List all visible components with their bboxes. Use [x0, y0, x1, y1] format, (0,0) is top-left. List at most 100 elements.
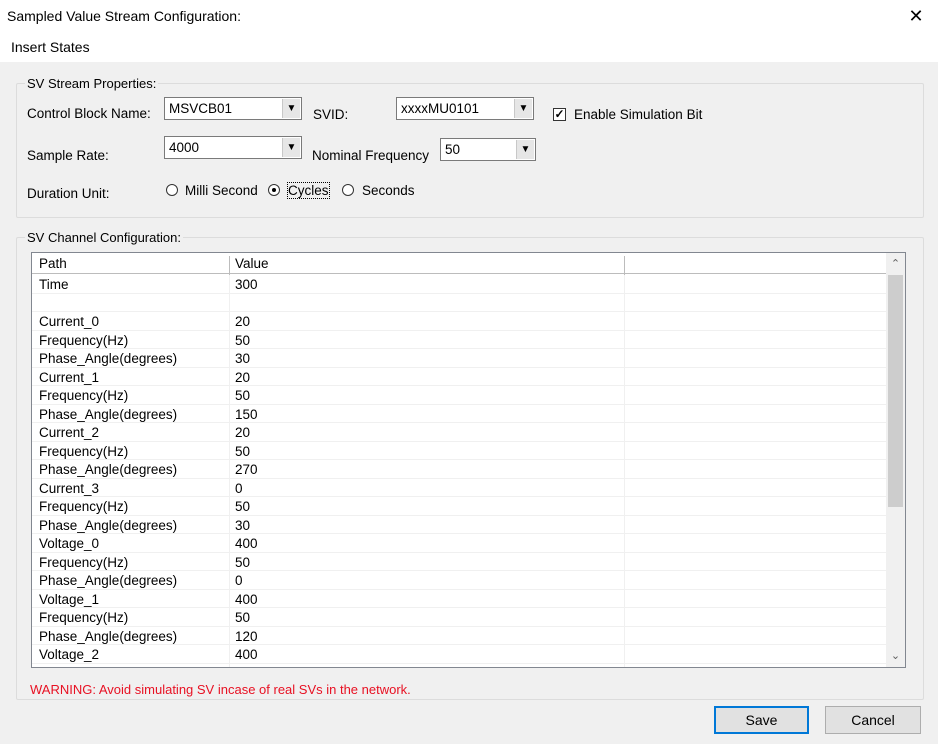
table-row[interactable]: Current_0 20 [32, 312, 887, 331]
cell-path[interactable]: Frequency(Hz) [39, 388, 128, 403]
cell-path[interactable]: Phase_Angle(degrees) [39, 462, 177, 477]
radio-cycles-label[interactable]: Cycles [287, 182, 330, 199]
cell-path[interactable]: Phase_Angle(degrees) [39, 629, 177, 644]
cell-value[interactable]: 300 [235, 277, 258, 292]
table-row[interactable]: Time 300 [32, 275, 887, 294]
cell-value[interactable]: 20 [235, 425, 250, 440]
sample-rate-dropdown-button[interactable]: ▼ [282, 138, 300, 157]
cell-path[interactable]: Frequency(Hz) [39, 444, 128, 459]
close-icon[interactable]: ✕ [906, 6, 926, 26]
grid-header: Path Value [32, 253, 887, 276]
cell-path[interactable]: Phase_Angle(degrees) [39, 573, 177, 588]
cell-path[interactable]: Current_2 [39, 425, 99, 440]
cell-value[interactable]: 400 [235, 536, 258, 551]
table-row[interactable]: Phase_Angle(degrees) 0 [32, 571, 887, 590]
table-row[interactable]: Phase_Angle(degrees) 120 [32, 627, 887, 645]
cell-path[interactable]: Frequency(Hz) [39, 610, 128, 625]
cell-path[interactable]: Voltage_1 [39, 592, 99, 607]
scroll-down-icon[interactable]: ⌄ [886, 647, 905, 665]
cell-path[interactable]: Phase_Angle(degrees) [39, 518, 177, 533]
sv-channel-configuration-legend: SV Channel Configuration: [27, 230, 181, 245]
enable-simulation-label[interactable]: Enable Simulation Bit [574, 107, 702, 122]
table-row[interactable]: Voltage_1 400 [32, 590, 887, 608]
table-row[interactable]: Current_3 0 [32, 479, 887, 497]
table-row[interactable]: Frequency(Hz) 50 [32, 386, 887, 405]
column-header-path[interactable]: Path [39, 256, 67, 271]
sample-rate-combo[interactable]: 4000 ▼ [164, 136, 302, 159]
table-row[interactable]: Frequency(Hz) 50 [32, 553, 887, 571]
cell-value[interactable]: 20 [235, 370, 250, 385]
cell-value[interactable]: 0 [235, 573, 243, 588]
svid-dropdown-button[interactable]: ▼ [514, 99, 532, 118]
table-row[interactable]: Frequency(Hz) 50 [32, 331, 887, 349]
channel-grid[interactable]: Path Value Time 300 Current_0 20 Frequency(H… [31, 252, 906, 668]
table-row[interactable]: Voltage_2 400 [32, 645, 887, 664]
cell-value[interactable]: 400 [235, 592, 258, 607]
cell-value[interactable]: 20 [235, 314, 250, 329]
radio-cycles[interactable] [268, 184, 280, 196]
control-block-combo[interactable]: MSVCB01 ▼ [164, 97, 302, 120]
nominal-frequency-combo[interactable]: 50 ▼ [440, 138, 536, 161]
scroll-up-icon[interactable]: ⌃ [886, 255, 905, 273]
cell-value[interactable]: 50 [235, 555, 250, 570]
sv-stream-properties-legend: SV Stream Properties: [27, 76, 157, 91]
radio-seconds[interactable] [342, 184, 354, 196]
table-row[interactable]: Current_2 20 [32, 423, 887, 442]
control-block-dropdown-button[interactable]: ▼ [282, 99, 300, 118]
radio-milli-second-label[interactable]: Milli Second [185, 183, 258, 198]
column-separator[interactable] [229, 256, 230, 276]
cell-value[interactable]: 120 [235, 629, 258, 644]
table-row[interactable]: Frequency(Hz) 50 [32, 608, 887, 627]
cell-path[interactable]: Phase_Angle(degrees) [39, 351, 177, 366]
table-row[interactable] [32, 294, 887, 312]
cell-value[interactable]: 50 [235, 388, 250, 403]
cell-path[interactable]: Frequency(Hz) [39, 666, 128, 668]
cell-path[interactable]: Voltage_2 [39, 647, 99, 662]
table-row[interactable]: Voltage_0 400 [32, 534, 887, 553]
cell-value[interactable]: 50 [235, 610, 250, 625]
cell-value[interactable]: 50 [235, 444, 250, 459]
cell-value[interactable]: 50 [235, 666, 250, 668]
save-button[interactable]: Save [714, 706, 809, 734]
table-row[interactable]: Phase_Angle(degrees) 30 [32, 516, 887, 534]
cell-value[interactable]: 30 [235, 351, 250, 366]
cell-path[interactable]: Current_1 [39, 370, 99, 385]
cell-value[interactable]: 30 [235, 518, 250, 533]
table-row[interactable]: Frequency(Hz) 50 [32, 664, 887, 668]
cancel-button[interactable]: Cancel [825, 706, 921, 734]
svid-combo[interactable]: xxxxMU0101 ▼ [396, 97, 534, 120]
cell-value[interactable]: 400 [235, 647, 258, 662]
table-row[interactable]: Phase_Angle(degrees) 150 [32, 405, 887, 423]
menu-bar [0, 32, 938, 62]
column-header-value[interactable]: Value [235, 256, 269, 271]
nominal-frequency-label: Nominal Frequency [312, 148, 430, 163]
table-row[interactable]: Frequency(Hz) 50 [32, 442, 887, 460]
svid-value: xxxxMU0101 [401, 101, 480, 116]
table-row[interactable]: Frequency(Hz) 50 [32, 497, 887, 516]
sample-rate-label: Sample Rate: [27, 148, 109, 163]
cell-path[interactable]: Phase_Angle(degrees) [39, 407, 177, 422]
cell-value[interactable]: 0 [235, 481, 243, 496]
radio-milli-second[interactable] [166, 184, 178, 196]
table-row[interactable]: Current_1 20 [32, 368, 887, 386]
scrollbar-thumb[interactable] [888, 275, 903, 507]
menu-insert-states[interactable]: Insert States [11, 39, 90, 55]
cell-path[interactable]: Current_0 [39, 314, 99, 329]
cell-path[interactable]: Frequency(Hz) [39, 555, 128, 570]
cell-path[interactable]: Current_3 [39, 481, 99, 496]
column-separator[interactable] [624, 256, 625, 276]
cell-value[interactable]: 50 [235, 499, 250, 514]
table-row[interactable]: Phase_Angle(degrees) 30 [32, 349, 887, 368]
cell-value[interactable]: 50 [235, 333, 250, 348]
enable-simulation-checkbox[interactable]: ✓ [553, 108, 566, 121]
radio-seconds-label[interactable]: Seconds [362, 183, 415, 198]
table-row[interactable]: Phase_Angle(degrees) 270 [32, 460, 887, 479]
nominal-frequency-dropdown-button[interactable]: ▼ [516, 140, 534, 159]
vertical-scrollbar[interactable]: ⌃ ⌄ [886, 253, 905, 667]
cell-path[interactable]: Frequency(Hz) [39, 333, 128, 348]
cell-path[interactable]: Frequency(Hz) [39, 499, 128, 514]
cell-path[interactable]: Time [39, 277, 69, 292]
cell-path[interactable]: Voltage_0 [39, 536, 99, 551]
cell-value[interactable]: 150 [235, 407, 258, 422]
cell-value[interactable]: 270 [235, 462, 258, 477]
